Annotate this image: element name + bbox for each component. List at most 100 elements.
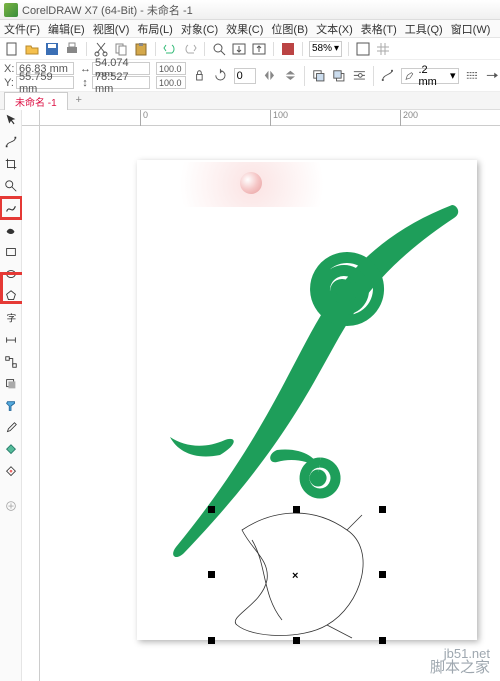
to-back-button[interactable] <box>331 68 346 84</box>
line-end-button[interactable] <box>485 68 500 84</box>
menu-window[interactable]: 窗口(W) <box>451 21 491 37</box>
freehand-tool[interactable] <box>3 200 19 216</box>
quick-customize-button[interactable] <box>3 498 19 514</box>
scale-y-input[interactable]: 100.0 <box>156 76 186 89</box>
menu-text[interactable]: 文本(X) <box>316 21 353 37</box>
zoom-value: 58% <box>312 43 332 54</box>
chevron-down-icon: ▾ <box>450 69 456 82</box>
fullscreen-button[interactable] <box>355 41 371 57</box>
window-title: CorelDRAW X7 (64-Bit) - 未命名 -1 <box>22 2 193 18</box>
toolbox: 字 <box>0 110 22 681</box>
outline-width-value: .2 mm <box>419 64 446 88</box>
selection-bounds[interactable]: × <box>212 510 382 640</box>
import-button[interactable] <box>231 41 247 57</box>
menu-tools[interactable]: 工具(Q) <box>405 21 443 37</box>
height-input[interactable]: 78.527 mm <box>92 76 150 89</box>
ruler-tick: 0 <box>140 110 148 126</box>
selection-center-icon: × <box>292 570 298 582</box>
ruler-tick: 100 <box>270 110 288 126</box>
scale-x-input[interactable]: 100.0 <box>156 62 186 75</box>
add-tab-button[interactable]: + <box>72 94 86 108</box>
selection-handle-br[interactable] <box>379 637 386 644</box>
canvas-area[interactable]: 0 100 200 <box>22 110 500 681</box>
size-group: ↔ 54.074 mm ↕ 78.527 mm <box>80 62 150 89</box>
selection-handle-bc[interactable] <box>293 637 300 644</box>
tab-document[interactable]: 未命名 -1 <box>4 92 68 110</box>
rectangle-tool[interactable] <box>3 244 19 260</box>
color-eyedropper-tool[interactable] <box>3 420 19 436</box>
new-button[interactable] <box>4 41 20 57</box>
selection-handle-tc[interactable] <box>293 506 300 513</box>
cut-button[interactable] <box>93 41 109 57</box>
connector-tool[interactable] <box>3 354 19 370</box>
paste-button[interactable] <box>133 41 149 57</box>
menu-bar: 文件(F) 编辑(E) 视图(V) 布局(L) 对象(C) 效果(C) 位图(B… <box>0 20 500 38</box>
selection-handle-mr[interactable] <box>379 571 386 578</box>
lock-ratio-button[interactable] <box>192 68 207 84</box>
rotation-input[interactable]: 0 <box>234 68 257 84</box>
standard-toolbar: 58% ▾ <box>0 38 500 60</box>
ruler-horizontal[interactable]: 0 100 200 <box>40 110 500 126</box>
ruler-vertical[interactable] <box>22 126 40 681</box>
menu-table[interactable]: 表格(T) <box>361 21 397 37</box>
menu-layout[interactable]: 布局(L) <box>137 21 172 37</box>
svg-text:字: 字 <box>6 313 16 325</box>
redo-button[interactable] <box>182 41 198 57</box>
ruler-origin[interactable] <box>22 110 40 126</box>
y-position-input[interactable]: 55.759 mm <box>16 76 74 89</box>
height-icon: ↕ <box>80 77 90 89</box>
menu-object[interactable]: 对象(C) <box>181 21 218 37</box>
selection-handle-ml[interactable] <box>208 571 215 578</box>
zoom-tool[interactable] <box>3 178 19 194</box>
convert-curves-button[interactable] <box>380 68 395 84</box>
shape-tool[interactable] <box>3 134 19 150</box>
crop-tool[interactable] <box>3 156 19 172</box>
smart-fill-tool[interactable] <box>3 464 19 480</box>
save-button[interactable] <box>44 41 60 57</box>
polygon-tool[interactable] <box>3 288 19 304</box>
wrap-button[interactable] <box>352 68 367 84</box>
undo-button[interactable] <box>162 41 178 57</box>
menu-view[interactable]: 视图(V) <box>93 21 130 37</box>
parallel-dim-tool[interactable] <box>3 332 19 348</box>
ruler-tick: 200 <box>400 110 418 126</box>
interactive-fill-tool[interactable] <box>3 442 19 458</box>
export-button[interactable] <box>251 41 267 57</box>
to-front-button[interactable] <box>311 68 326 84</box>
mirror-v-button[interactable] <box>283 68 298 84</box>
rotation-icon <box>213 68 228 84</box>
scale-group: 100.0 100.0 <box>156 62 186 89</box>
open-button[interactable] <box>24 41 40 57</box>
selection-handle-tr[interactable] <box>379 506 386 513</box>
artistic-media-tool[interactable] <box>3 222 19 238</box>
line-style-button[interactable] <box>465 68 480 84</box>
document-tabs: 未命名 -1 + <box>0 92 500 110</box>
position-group: X: 66.83 mm Y: 55.759 mm <box>4 62 74 89</box>
width-icon: ↔ <box>80 63 90 75</box>
mirror-h-button[interactable] <box>262 68 277 84</box>
text-tool[interactable]: 字 <box>3 310 19 326</box>
menu-bitmap[interactable]: 位图(B) <box>271 21 308 37</box>
publish-button[interactable] <box>280 41 296 57</box>
pick-tool[interactable] <box>3 112 19 128</box>
menu-effects[interactable]: 效果(C) <box>226 21 263 37</box>
search-button[interactable] <box>211 41 227 57</box>
selection-handle-tl[interactable] <box>208 506 215 513</box>
print-button[interactable] <box>64 41 80 57</box>
grid-button[interactable] <box>375 41 391 57</box>
title-bar: CorelDRAW X7 (64-Bit) - 未命名 -1 <box>0 0 500 20</box>
app-logo-icon <box>4 3 18 17</box>
copy-button[interactable] <box>113 41 129 57</box>
outline-width[interactable]: .2 mm ▾ <box>401 68 459 84</box>
decorative-pearl <box>240 172 262 194</box>
property-bar: X: 66.83 mm Y: 55.759 mm ↔ 54.074 mm ↕ 7… <box>0 60 500 92</box>
pen-nib-icon <box>404 70 415 82</box>
menu-edit[interactable]: 编辑(E) <box>48 21 85 37</box>
selection-handle-bl[interactable] <box>208 637 215 644</box>
menu-file[interactable]: 文件(F) <box>4 21 40 37</box>
transparency-tool[interactable] <box>3 398 19 414</box>
zoom-level[interactable]: 58% ▾ <box>309 41 342 57</box>
drop-shadow-tool[interactable] <box>3 376 19 392</box>
ellipse-tool[interactable] <box>3 266 19 282</box>
x-label: X: <box>4 63 14 75</box>
